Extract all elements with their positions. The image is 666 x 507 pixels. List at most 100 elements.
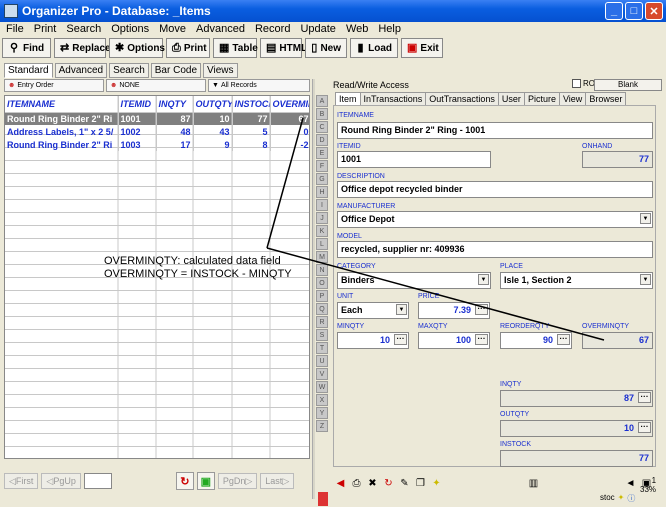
alpha-i[interactable]: I [316,199,328,211]
menu-file[interactable]: File [2,22,30,38]
category-select[interactable]: Binders ▼ [337,272,491,289]
left-arrow-icon[interactable]: ◀ [333,476,348,491]
menu-print[interactable]: Print [30,22,63,38]
alpha-z[interactable]: Z [316,420,328,432]
alpha-g[interactable]: G [316,173,328,185]
itemname-field[interactable]: Round Ring Binder 2" Ring - 1001 [337,122,653,139]
alpha-s[interactable]: S [316,329,328,341]
table-button[interactable]: ▦ Table [213,38,258,58]
alpha-k[interactable]: K [316,225,328,237]
menu-web[interactable]: Web [342,22,374,38]
alpha-l[interactable]: L [316,238,328,250]
maximize-button[interactable]: □ [625,2,643,20]
manufacturer-select[interactable]: Office Depot ▼ [337,211,653,228]
alpha-o[interactable]: O [316,277,328,289]
column-instock[interactable]: INSTOCK [232,96,271,113]
tab-view[interactable]: View [558,92,587,106]
back-icon[interactable]: ◄ [623,476,638,491]
alpha-c[interactable]: C [316,121,328,133]
tab-search[interactable]: Search [109,63,149,78]
lightbulb-icon[interactable]: ✦ [429,476,444,491]
table-row[interactable]: Round Ring Binder 2" Ri 1001 87 10 77 67 [5,112,309,125]
alpha-t[interactable]: T [316,342,328,354]
alpha-h[interactable]: H [316,186,328,198]
exit-button[interactable]: ▣ Exit [401,38,443,58]
tab-views[interactable]: Views [203,63,238,78]
alpha-n[interactable]: N [316,264,328,276]
minimize-button[interactable]: _ [605,2,623,20]
close-button[interactable]: ✕ [645,2,663,20]
alpha-y[interactable]: Y [316,407,328,419]
menu-search[interactable]: Search [62,22,107,38]
tab-advanced[interactable]: Advanced [54,63,108,78]
filter-none-button[interactable]: ☻ NONE [106,79,206,92]
menu-options[interactable]: Options [107,22,155,38]
alpha-r[interactable]: R [316,316,328,328]
ellipsis-icon[interactable]: ··· [394,334,407,345]
blank-button[interactable]: Blank [594,79,662,91]
menu-move[interactable]: Move [155,22,192,38]
price-field[interactable]: 7.39 ··· [418,302,490,319]
copy-icon[interactable]: ❐ [413,476,428,491]
ellipsis-icon[interactable]: ··· [638,392,651,403]
delete-icon[interactable]: ✖ [365,476,380,491]
new-button[interactable]: ▯ New [305,38,347,58]
pgup-button[interactable]: ◁ PgUp [41,473,81,489]
tab-picture[interactable]: Picture [523,92,560,106]
tab-standard[interactable]: Standard [4,63,53,78]
alpha-f[interactable]: F [316,160,328,172]
tab-intransactions[interactable]: InTransactions [359,92,427,106]
load-button[interactable]: ▮ Load [350,38,398,58]
ellipsis-icon[interactable]: ··· [638,422,651,433]
table-row[interactable]: Address Labels, 1" x 2 5/ 1002 48 43 5 0 [5,125,309,138]
column-itemid[interactable]: ITEMID [118,96,157,113]
refresh-icon[interactable]: ↻ [175,472,194,490]
sort-order-button[interactable]: ☻ Entry Order [4,79,104,92]
place-select[interactable]: Isle 1, Section 2 ▼ [500,272,653,289]
description-field[interactable]: Office depot recycled binder [337,181,653,198]
read-only-checkbox[interactable]: RO [572,79,595,88]
minqty-field[interactable]: 10 ··· [337,332,409,349]
alpha-v[interactable]: V [316,368,328,380]
tab-item[interactable]: Item [335,92,361,106]
alpha-p[interactable]: P [316,290,328,302]
first-button[interactable]: ◁ First [4,473,39,489]
options-button[interactable]: ✱ Options [109,38,165,58]
menu-update[interactable]: Update [296,22,341,38]
column-overminqty[interactable]: OVERMIN [270,96,309,113]
menu-help[interactable]: Help [374,22,407,38]
alpha-j[interactable]: J [316,212,328,224]
menu-record[interactable]: Record [251,22,296,38]
unit-select[interactable]: Each ▼ [337,302,409,319]
last-button[interactable]: Last ▷ [260,473,295,489]
alpha-e[interactable]: E [316,147,328,159]
model-field[interactable]: recycled, supplier nr: 409936 [337,241,653,258]
printer-icon[interactable]: ⎙ [349,476,364,491]
column-itemname[interactable]: ITEMNAME [5,96,119,113]
replace-button[interactable]: ⇄ Replace [54,38,111,58]
alpha-u[interactable]: U [316,355,328,367]
barcode-icon[interactable]: ▥ [526,476,541,491]
edit-icon[interactable]: ✎ [397,476,412,491]
alpha-a[interactable]: A [316,95,328,107]
menu-advanced[interactable]: Advanced [192,22,251,38]
record-number-input[interactable] [83,473,112,489]
ellipsis-icon[interactable]: ··· [475,304,488,315]
alpha-b[interactable]: B [316,108,328,120]
html-button[interactable]: ▤ HTML [260,38,307,58]
tab-bar-code[interactable]: Bar Code [150,63,202,78]
colors-icon[interactable]: ▣ [196,472,215,490]
all-records-button[interactable]: ▼ All Records [208,79,310,92]
print-button[interactable]: ⎙ Print [166,38,210,58]
alpha-x[interactable]: X [316,394,328,406]
alpha-m[interactable]: M [316,251,328,263]
find-button[interactable]: ⚲ Find [2,38,51,58]
column-inqty[interactable]: INQTY [156,96,194,113]
alpha-w[interactable]: W [316,381,328,393]
column-outqty[interactable]: OUTQTY [193,96,233,113]
itemid-field[interactable]: 1001 [337,151,491,168]
tab-outtransactions[interactable]: OutTransactions [425,92,499,106]
pgdn-button[interactable]: PgDn ▷ [217,473,258,489]
reorderqty-field[interactable]: 90 ··· [500,332,572,349]
ellipsis-icon[interactable]: ··· [475,334,488,345]
